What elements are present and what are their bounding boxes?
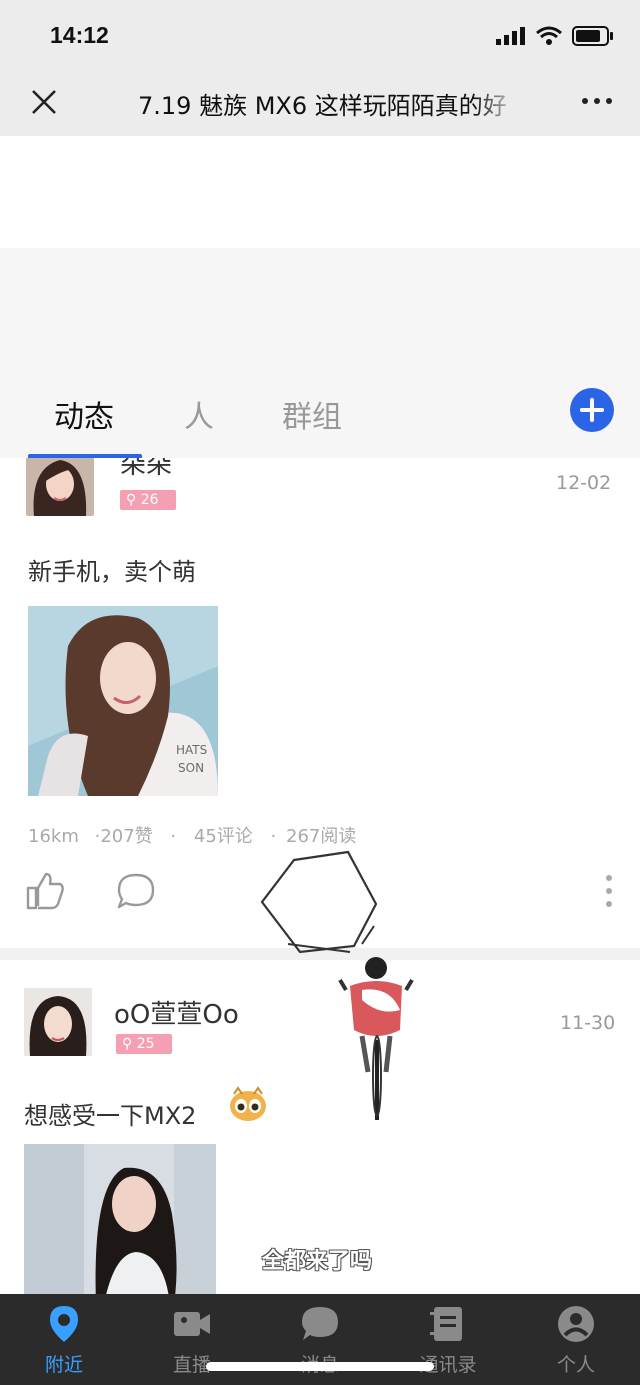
- avatar[interactable]: [24, 988, 92, 1056]
- tab-groups[interactable]: 群组: [282, 392, 342, 436]
- post-date: 12-02: [556, 472, 612, 494]
- page-title: 7.19 魅族 MX6 这样玩陌陌真的好: [138, 92, 507, 120]
- tab-nearby[interactable]: 附近: [0, 1294, 128, 1385]
- nav-bar: 7.19 魅族 MX6 这样玩陌陌真的好: [0, 72, 640, 136]
- status-icons: [496, 26, 614, 46]
- post-text: 想感受一下MX2: [24, 1102, 197, 1130]
- svg-text:SON: SON: [178, 761, 204, 775]
- tab-live[interactable]: 直播: [128, 1294, 256, 1385]
- comment-icon[interactable]: [116, 872, 156, 910]
- post-menu-icon[interactable]: [604, 874, 614, 908]
- status-time: 14:12: [50, 22, 109, 48]
- likes-count: ·207赞: [94, 826, 153, 847]
- age-badge: ⚲ 26: [120, 490, 176, 510]
- username[interactable]: oO萱萱Oo: [114, 994, 239, 1031]
- signal-icon: [496, 27, 525, 45]
- stat-separator: ·: [270, 826, 277, 847]
- tab-label: 个人: [556, 1354, 595, 1376]
- post-date: 11-30: [560, 1012, 616, 1034]
- avatar[interactable]: [26, 458, 94, 516]
- views-count: 267阅读: [286, 826, 357, 847]
- emoji-sticker: [230, 1086, 266, 1121]
- close-icon[interactable]: [30, 88, 58, 116]
- banner-area: [0, 136, 640, 248]
- tab-contacts[interactable]: 通讯录: [384, 1294, 512, 1385]
- home-indicator[interactable]: [206, 1362, 434, 1371]
- age-value: 26: [140, 492, 159, 508]
- tab-people[interactable]: 人: [184, 392, 214, 436]
- username[interactable]: 朵朵: [120, 458, 172, 481]
- stat-separator: ·: [170, 826, 177, 847]
- tab-messages[interactable]: 消息: [256, 1294, 384, 1385]
- tab-label: 附近: [44, 1354, 83, 1376]
- contacts-book-icon: [430, 1307, 462, 1341]
- bottom-tab-bar: 附近 直播 消息 通讯录 个人: [0, 1294, 640, 1385]
- tab-profile[interactable]: 个人: [512, 1294, 640, 1385]
- tab-moments[interactable]: 动态: [54, 392, 114, 436]
- feed-list: 朵朵 ⚲ 26 12-02 新手机，卖个萌 HATS SON 16km ·207…: [0, 458, 640, 1294]
- age-badge: ⚲ 25: [116, 1034, 172, 1054]
- post-stats: 16km ·207赞 · 45评论 · 267阅读: [28, 822, 356, 848]
- user-icon: [558, 1306, 594, 1342]
- distance: 16km: [28, 826, 79, 847]
- post-photo[interactable]: HATS SON: [28, 606, 218, 796]
- feed-tabs: 动态 人 群组: [0, 370, 640, 459]
- location-pin-icon: [50, 1306, 78, 1342]
- header-spacer: [0, 248, 640, 370]
- video-camera-icon: [174, 1312, 210, 1336]
- video-caption: 全都来了吗: [262, 1249, 373, 1274]
- comments-count: 45评论: [193, 826, 253, 847]
- post-text: 新手机，卖个萌: [28, 558, 196, 586]
- battery-icon: [572, 26, 613, 46]
- more-icon[interactable]: [582, 98, 612, 104]
- post-divider: [0, 948, 640, 960]
- svg-text:HATS: HATS: [176, 743, 207, 757]
- feed-post[interactable]: 朵朵 ⚲ 26 12-02 新手机，卖个萌 HATS SON 16km ·207…: [0, 458, 640, 948]
- wifi-icon: [536, 26, 562, 45]
- post-photo[interactable]: [24, 1144, 216, 1294]
- chat-bubble-icon: [302, 1307, 338, 1340]
- status-bar: 14:12: [0, 0, 640, 72]
- add-post-button[interactable]: [570, 388, 614, 432]
- like-icon[interactable]: [26, 870, 64, 910]
- age-value: 25: [136, 1036, 155, 1052]
